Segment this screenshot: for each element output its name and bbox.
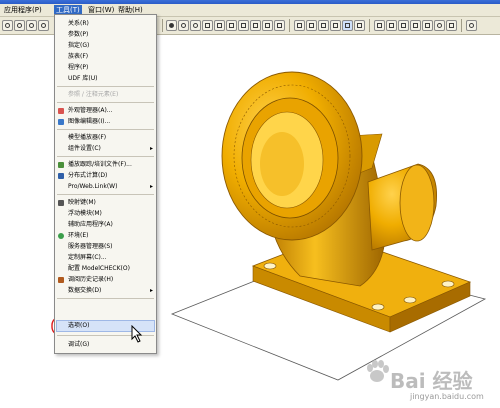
datum-axes-icon[interactable]	[386, 20, 397, 31]
wireframe-icon[interactable]	[262, 20, 273, 31]
menu-relations[interactable]: 关系(R)	[55, 19, 156, 29]
side-boss-face	[399, 164, 435, 242]
menu-environment[interactable]: 环境(E)	[55, 231, 156, 241]
distributed-icon	[58, 173, 64, 179]
menu-data-exchange[interactable]: 数据交换(D) ▸	[55, 286, 156, 296]
layers-icon[interactable]	[238, 20, 249, 31]
toolbar-separator	[289, 19, 290, 32]
history-icon	[58, 277, 64, 283]
saved-views-icon[interactable]	[226, 20, 237, 31]
tools-dropdown-menu: 关系(R) 参数(P) 指定(G) 族表(F) 程序(P) UDF 库(U) 参…	[54, 14, 157, 354]
zoom-in-icon[interactable]	[178, 20, 189, 31]
menu-program[interactable]: 程序(P)	[55, 63, 156, 73]
model-tree-icon[interactable]	[354, 20, 365, 31]
menu-server-manager[interactable]: 服务器管理器(S)	[55, 242, 156, 252]
menu-distributed-computing[interactable]: 分布式计算(D)	[55, 171, 156, 181]
open-file-icon[interactable]	[14, 20, 25, 31]
bolt-hole	[441, 280, 455, 288]
submenu-arrow-icon: ▸	[149, 287, 153, 294]
submenu-arrow-icon: ▸	[149, 183, 153, 190]
annotations-icon[interactable]	[422, 20, 433, 31]
menu-separator	[57, 298, 154, 299]
menu-configure-modelcheck[interactable]: 配置 ModelCHECK(O)	[55, 264, 156, 274]
datum-points-icon[interactable]	[398, 20, 409, 31]
print-icon[interactable]	[38, 20, 49, 31]
shading-active-icon[interactable]	[342, 20, 353, 31]
orient-icon[interactable]	[214, 20, 225, 31]
menu-family-table[interactable]: 族表(F)	[55, 52, 156, 62]
toolbar-separator	[369, 19, 370, 32]
coord-sys-icon[interactable]	[410, 20, 421, 31]
toolbar-separator	[162, 19, 163, 32]
spin-center-icon[interactable]	[434, 20, 445, 31]
menu-udf-library[interactable]: UDF 库(U)	[55, 74, 156, 84]
menu-floating-modules[interactable]: 浮动模块(M)	[55, 209, 156, 219]
trail-icon	[58, 162, 64, 168]
menu-designate[interactable]: 指定(G)	[55, 41, 156, 51]
view-manager-icon[interactable]	[250, 20, 261, 31]
menu-play-trail[interactable]: 播放跟踪/培训文件(F)...	[55, 160, 156, 170]
menu-separator	[57, 129, 154, 130]
hidden-line-icon[interactable]	[274, 20, 285, 31]
appearance-icon	[58, 108, 64, 114]
menu-mapkeys[interactable]: 映射键(M)	[55, 198, 156, 208]
menu-assembly-settings[interactable]: 组件设置(C) ▸	[55, 144, 156, 154]
menu-separator	[57, 86, 154, 87]
no-hidden-icon[interactable]	[294, 20, 305, 31]
menu-separator	[57, 194, 154, 195]
baidu-paw-icon	[367, 360, 389, 382]
menu-pro-weblink[interactable]: Pro/Web.Link(W) ▸	[55, 182, 156, 192]
menu-separator	[57, 156, 154, 157]
image-editor-icon	[58, 119, 64, 125]
mouse-cursor-icon	[131, 325, 143, 343]
menu-appearance-manager[interactable]: 外观管理器(A)...	[55, 106, 156, 116]
new-file-icon[interactable]	[2, 20, 13, 31]
hidden-icon[interactable]	[306, 20, 317, 31]
datum-tags-icon[interactable]	[446, 20, 457, 31]
bolt-hole	[371, 303, 385, 311]
bolt-hole	[263, 262, 277, 270]
datum-planes-icon[interactable]	[374, 20, 385, 31]
watermark: Bai 经验 jingyan.baidu.com	[350, 351, 500, 408]
display-style-icon[interactable]	[166, 20, 177, 31]
menu-reference-annotation: 参照 / 注释元素(E)	[68, 91, 119, 98]
refit-icon[interactable]	[202, 20, 213, 31]
menu-history[interactable]: 调阅历史记录(H)	[55, 275, 156, 285]
save-icon[interactable]	[26, 20, 37, 31]
menu-separator	[57, 102, 154, 103]
watermark-url: jingyan.baidu.com	[410, 392, 484, 401]
zoom-out-icon[interactable]	[190, 20, 201, 31]
menu-auxiliary-applications[interactable]: 辅助应用程序(A)	[55, 220, 156, 230]
menu-applications[interactable]: 应用程序(P)	[2, 5, 44, 16]
menu-image-editor[interactable]: 图像编辑器(I)...	[55, 117, 156, 127]
menu-parameters[interactable]: 参数(P)	[55, 30, 156, 40]
menu-customize-screen[interactable]: 定制屏幕(C)...	[55, 253, 156, 263]
mapkey-icon	[58, 200, 64, 206]
shading-icon[interactable]	[318, 20, 329, 31]
whats-this-icon[interactable]	[466, 20, 477, 31]
toolbar-separator	[461, 19, 462, 32]
flange-bore-inner	[260, 132, 304, 196]
watermark-text: Bai 经验	[390, 369, 473, 393]
environment-icon	[58, 233, 64, 239]
bolt-hole	[403, 296, 417, 304]
menu-model-player[interactable]: 模型播放器(F)	[55, 133, 156, 143]
submenu-arrow-icon: ▸	[149, 145, 153, 152]
shading-edges-icon[interactable]	[330, 20, 341, 31]
